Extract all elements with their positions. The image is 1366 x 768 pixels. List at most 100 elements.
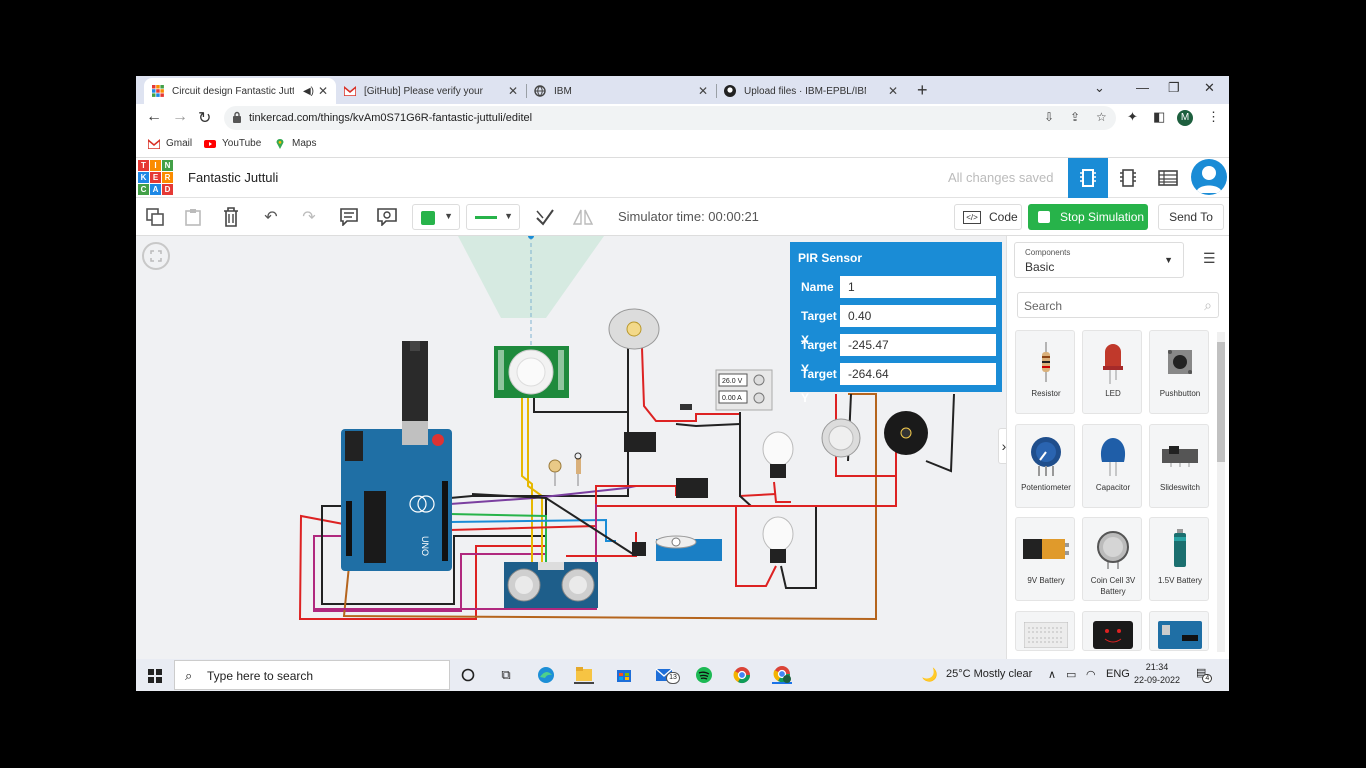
tab-circuit-design[interactable]: Circuit design Fantastic Juttuli ◀) ✕	[144, 78, 336, 104]
minimize-button[interactable]: —	[1136, 80, 1149, 95]
color-picker[interactable]: ▼	[412, 204, 460, 230]
redo-icon[interactable]: ↷	[298, 206, 320, 228]
wifi-icon[interactable]: ◠	[1086, 668, 1096, 681]
circuit-view-button[interactable]	[1068, 158, 1108, 198]
component-pushbutton[interactable]: Pushbutton	[1149, 330, 1209, 414]
code-button[interactable]: </> Code	[954, 204, 1022, 230]
close-tab-icon[interactable]: ✕	[318, 84, 328, 98]
component-1-5v-battery[interactable]: 1.5V Battery	[1149, 517, 1209, 601]
audio-icon[interactable]: ◀)	[303, 86, 314, 97]
servo-motor	[632, 535, 722, 561]
spotify-icon[interactable]	[694, 666, 714, 684]
flip-icon[interactable]	[572, 206, 594, 228]
component-potentiometer[interactable]: Potentiometer	[1015, 424, 1075, 508]
component-resistor[interactable]: Resistor	[1015, 330, 1075, 414]
share-icon[interactable]: ⇪	[1070, 110, 1080, 124]
address-bar[interactable]: tinkercad.com/things/kvAm0S71G6R-fantast…	[224, 106, 1116, 130]
notes-icon[interactable]	[338, 206, 360, 228]
taskbar-clock[interactable]: 21:34 22-09-2022	[1134, 661, 1180, 687]
component-capacitor[interactable]: Capacitor	[1082, 424, 1142, 508]
tab-ibm[interactable]: IBM ✕	[526, 78, 717, 104]
side-panel-icon[interactable]: ◧	[1153, 109, 1165, 125]
notification-icon[interactable]: ▤4	[1196, 666, 1216, 683]
menu-dots-icon[interactable]: ⋮	[1207, 109, 1220, 125]
component-led[interactable]: LED	[1082, 330, 1142, 414]
close-tab-icon[interactable]: ✕	[888, 84, 898, 98]
language-indicator[interactable]: ENG	[1106, 668, 1130, 680]
close-tab-icon[interactable]: ✕	[508, 84, 518, 98]
install-app-icon[interactable]: ⇩	[1044, 110, 1054, 124]
bookmark-gmail[interactable]: Gmail	[148, 138, 192, 149]
undo-icon[interactable]: ↶	[260, 206, 282, 228]
component-search-input[interactable]: Search ⌕	[1017, 292, 1219, 318]
tray-chevron-icon[interactable]: ∧	[1048, 668, 1056, 681]
pir-detection-zone	[458, 236, 604, 318]
component-microbit[interactable]	[1082, 611, 1142, 651]
bookmark-youtube[interactable]: YouTube	[204, 138, 261, 149]
component-breadboard[interactable]	[1015, 611, 1075, 651]
back-icon[interactable]: ←	[146, 108, 162, 126]
battery-icon[interactable]: ▭	[1066, 668, 1076, 681]
panel-scrollbar[interactable]	[1217, 332, 1225, 652]
schematic-view-button[interactable]	[1108, 158, 1148, 198]
cortana-icon[interactable]	[458, 666, 478, 684]
stop-simulation-button[interactable]: Stop Simulation	[1028, 204, 1148, 230]
table-icon	[1158, 170, 1178, 186]
target-y-field[interactable]: -245.47	[839, 333, 997, 357]
edge-icon[interactable]	[536, 666, 556, 684]
profile-avatar[interactable]: M	[1177, 110, 1193, 126]
target-y-field-2[interactable]: -264.64	[839, 362, 997, 386]
taskbar-search-input[interactable]: ⌕ Type here to search	[174, 660, 450, 690]
target-x-field[interactable]: 0.40	[839, 304, 997, 328]
store-icon[interactable]	[614, 666, 634, 684]
bookmark-maps[interactable]: Maps	[274, 138, 316, 149]
bookmark-star-icon[interactable]: ☆	[1096, 110, 1107, 124]
copy-icon[interactable]	[144, 206, 166, 228]
project-title[interactable]: Fantastic Juttuli	[188, 170, 278, 185]
component-coin-cell-battery[interactable]: Coin Cell 3V Battery	[1082, 517, 1142, 601]
delete-icon[interactable]	[220, 206, 242, 228]
send-to-button[interactable]: Send To	[1158, 204, 1224, 230]
wire-type-picker[interactable]: ▼	[466, 204, 520, 230]
task-view-icon[interactable]: ⧉	[496, 666, 516, 684]
component-arduino[interactable]	[1149, 611, 1209, 651]
extensions-icon[interactable]: ✦	[1127, 109, 1138, 125]
wire-black-relay	[675, 423, 741, 428]
tab-upload-files[interactable]: Upload files · IBM-EPBL/IBM-Proj ✕	[716, 78, 906, 104]
reload-icon[interactable]: ↻	[198, 108, 211, 128]
start-button[interactable]	[148, 669, 162, 683]
forward-icon[interactable]: →	[172, 108, 188, 126]
component-list-view-button[interactable]	[1148, 158, 1188, 198]
clock-time: 21:34	[1145, 662, 1169, 672]
rotate-icon[interactable]	[534, 206, 556, 228]
user-avatar[interactable]	[1191, 159, 1227, 195]
wire-black-pir	[449, 396, 629, 499]
mail-icon[interactable]: 13	[654, 666, 680, 684]
new-tab-button[interactable]: +	[917, 80, 928, 101]
component-label: Potentiometer	[1021, 483, 1071, 492]
paste-icon[interactable]	[182, 206, 204, 228]
components-dropdown[interactable]: Components Basic ▼	[1014, 242, 1184, 278]
tinkercad-logo[interactable]: T I N K E R C A D	[138, 160, 173, 195]
close-window-button[interactable]: ✕	[1204, 80, 1215, 96]
list-view-icon[interactable]: ☰	[1203, 250, 1216, 267]
close-tab-icon[interactable]: ✕	[698, 84, 708, 98]
notes-visibility-icon[interactable]	[376, 206, 398, 228]
tab-search-icon[interactable]: ⌄	[1094, 80, 1105, 96]
component-9v-battery[interactable]: 9V Battery	[1015, 517, 1075, 601]
search-placeholder: Search	[1024, 299, 1063, 313]
name-field[interactable]: 1	[839, 275, 997, 299]
scrollbar-thumb[interactable]	[1217, 342, 1225, 462]
wire-swatch	[475, 216, 497, 219]
file-explorer-icon[interactable]	[574, 666, 594, 684]
component-slideswitch[interactable]: Slideswitch	[1149, 424, 1209, 508]
chrome-icon[interactable]	[732, 666, 752, 684]
color-swatch	[421, 211, 435, 225]
chrome-profile-icon[interactable]	[772, 666, 792, 684]
weather-text[interactable]: 25°C Mostly clear	[946, 668, 1032, 680]
tab-github-verify[interactable]: [GitHub] Please verify your device ✕	[336, 78, 527, 104]
photoresistor	[548, 459, 562, 486]
weather-icon[interactable]: 🌙	[920, 666, 940, 684]
breadboard-icon	[1016, 620, 1076, 650]
restore-button[interactable]: ❐	[1168, 80, 1180, 96]
